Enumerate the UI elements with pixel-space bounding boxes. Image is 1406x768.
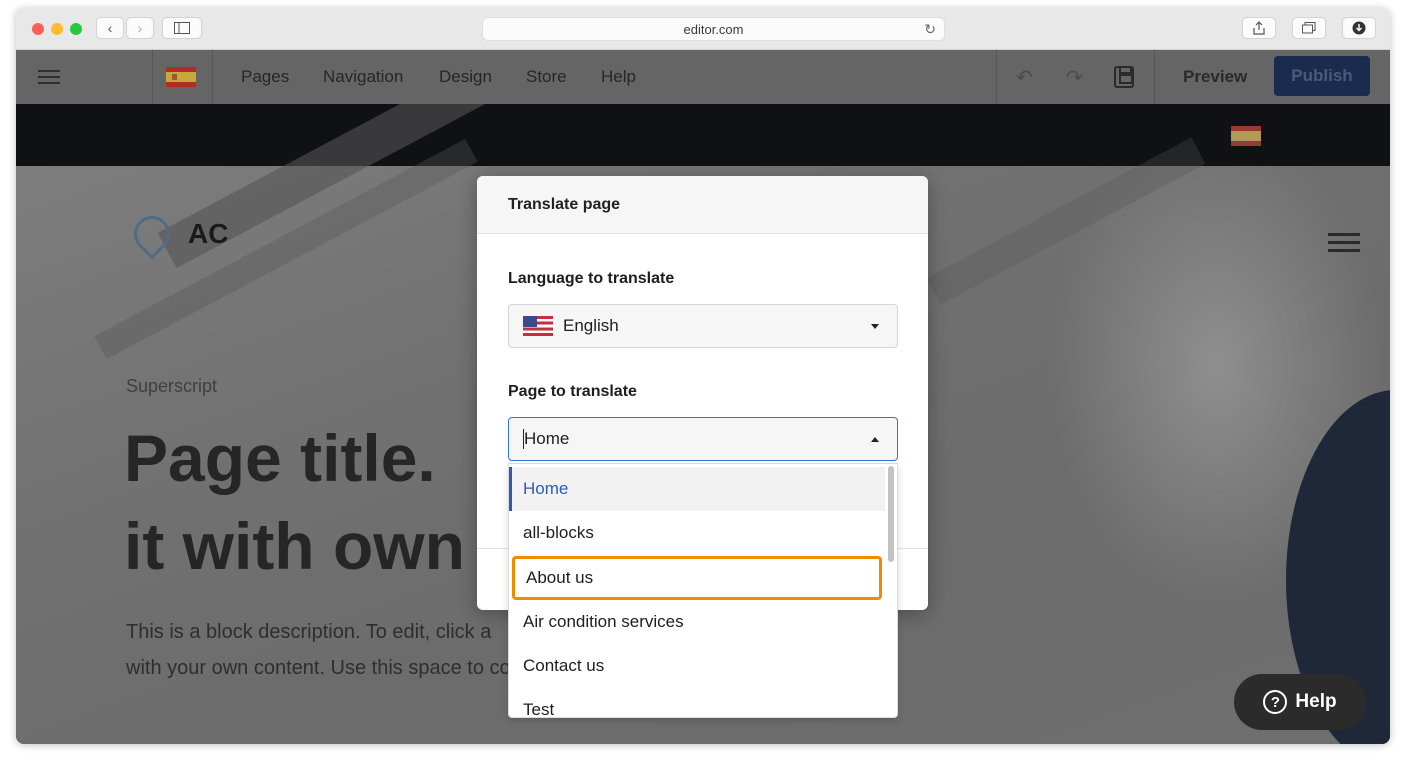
- url-text: editor.com: [683, 21, 744, 37]
- help-button[interactable]: ? Help: [1234, 674, 1366, 730]
- page-select-value: Home: [524, 429, 570, 448]
- tabs-overview-icon[interactable]: [1292, 17, 1326, 39]
- page-options-list[interactable]: Home all-blocks About us Air condition s…: [508, 463, 898, 718]
- option-all-blocks[interactable]: all-blocks: [509, 511, 885, 555]
- back-icon[interactable]: ‹: [96, 17, 124, 39]
- reload-icon[interactable]: ↻: [924, 21, 936, 38]
- minimize-window-button[interactable]: [51, 23, 63, 35]
- browser-toolbar: ‹ › editor.com ↻: [16, 8, 1390, 50]
- close-window-button[interactable]: [32, 23, 44, 35]
- option-air-condition-services[interactable]: Air condition services: [509, 600, 885, 644]
- caret-down-icon: [871, 323, 879, 329]
- forward-icon[interactable]: ›: [126, 17, 154, 39]
- option-about-us[interactable]: About us: [512, 556, 882, 600]
- language-select[interactable]: English: [508, 304, 898, 348]
- dropdown-scrollbar[interactable]: [888, 466, 894, 562]
- downloads-icon[interactable]: [1342, 17, 1376, 39]
- us-flag-icon: [523, 316, 553, 336]
- page-field-label: Page to translate: [508, 383, 637, 400]
- option-home[interactable]: Home: [509, 467, 885, 511]
- option-contact-us[interactable]: Contact us: [509, 644, 885, 688]
- question-icon: ?: [1263, 690, 1288, 714]
- address-bar[interactable]: editor.com ↻: [482, 17, 945, 41]
- fullscreen-window-button[interactable]: [70, 23, 82, 35]
- dialog-title: Translate page: [477, 176, 928, 234]
- sidebar-toggle-icon[interactable]: [162, 17, 202, 39]
- language-field-label: Language to translate: [508, 270, 675, 287]
- help-button-label: Help: [1295, 691, 1337, 712]
- language-select-value: English: [563, 316, 619, 335]
- option-test[interactable]: Test: [509, 688, 885, 717]
- page-select[interactable]: Home: [508, 417, 898, 461]
- share-icon[interactable]: [1242, 17, 1276, 39]
- caret-up-icon: [871, 436, 879, 442]
